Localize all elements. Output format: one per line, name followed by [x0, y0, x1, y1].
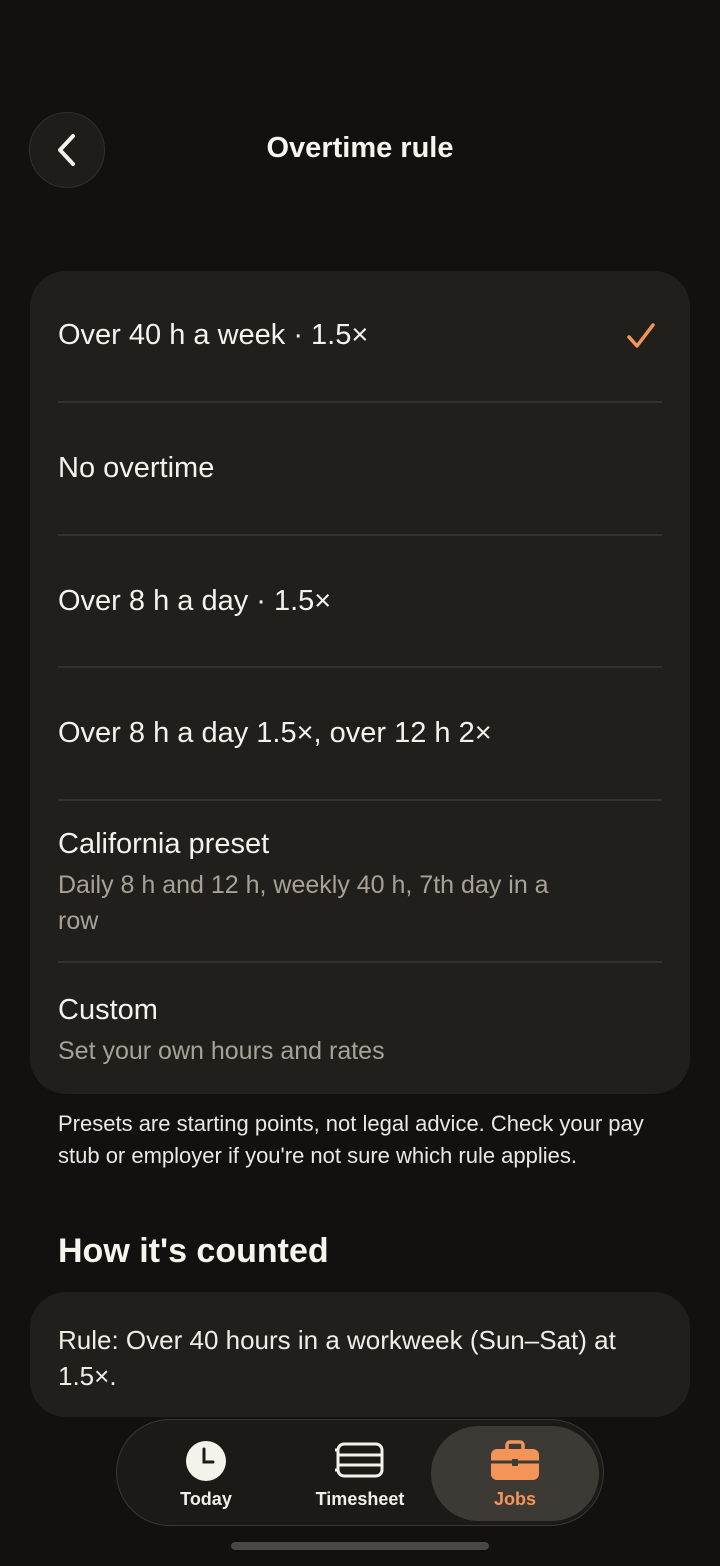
option-sublabel: Set your own hours and rates: [58, 1037, 385, 1065]
tab-label: Today: [180, 1489, 232, 1509]
option-over-40-week[interactable]: Over 40 h a week · 1.5×: [58, 319, 662, 352]
tab-timesheet[interactable]: Timesheet: [283, 1420, 437, 1525]
rule-summary-card: Rule: Over 40 hours in a workweek (Sun–S…: [30, 1292, 690, 1417]
timesheet-icon: [335, 1442, 384, 1478]
rule-summary-text: Rule: Over 40 hours in a workweek (Sun–S…: [58, 1325, 616, 1391]
option-sublabel: Daily 8 h and 12 h, weekly 40 h, 7th day…: [58, 871, 549, 935]
option-label: Over 40 h a week · 1.5×: [58, 319, 369, 351]
clock-icon: [186, 1441, 226, 1481]
briefcase-icon: [491, 1440, 539, 1480]
divider: [58, 401, 662, 403]
option-no-overtime[interactable]: No overtime: [58, 452, 662, 485]
tab-label: Jobs: [493, 1489, 536, 1509]
divider: [58, 799, 662, 801]
tab-jobs[interactable]: Jobs: [431, 1426, 599, 1521]
disclaimer-note: Presets are starting points, not legal a…: [58, 1111, 644, 1168]
option-over-8-day[interactable]: Over 8 h a day · 1.5×: [58, 585, 662, 618]
checkmark-icon: [627, 323, 655, 348]
section-title: How it's counted: [58, 1232, 329, 1270]
option-label: Over 8 h a day · 1.5×: [58, 585, 332, 617]
option-label: California preset: [58, 828, 270, 860]
page-title: Overtime rule: [266, 132, 454, 164]
divider: [58, 534, 662, 536]
divider: [58, 961, 662, 963]
tab-bar: Today Timesheet Jobs: [116, 1419, 604, 1526]
option-label: Over 8 h a day 1.5×, over 12 h 2×: [58, 717, 492, 749]
option-custom[interactable]: Custom Set your own hours and rates: [58, 994, 662, 1069]
option-california-preset[interactable]: California preset Daily 8 h and 12 h, we…: [58, 828, 662, 939]
tab-label: Timesheet: [315, 1489, 405, 1509]
option-label: Custom: [58, 994, 158, 1026]
overtime-options-list: Over 40 h a week · 1.5× No overtime Over…: [30, 271, 690, 1094]
home-indicator: [231, 1542, 489, 1550]
divider: [58, 666, 662, 668]
option-over-8-over-12[interactable]: Over 8 h a day 1.5×, over 12 h 2×: [58, 717, 662, 750]
option-label: No overtime: [58, 452, 215, 484]
tab-today[interactable]: Today: [129, 1420, 283, 1525]
